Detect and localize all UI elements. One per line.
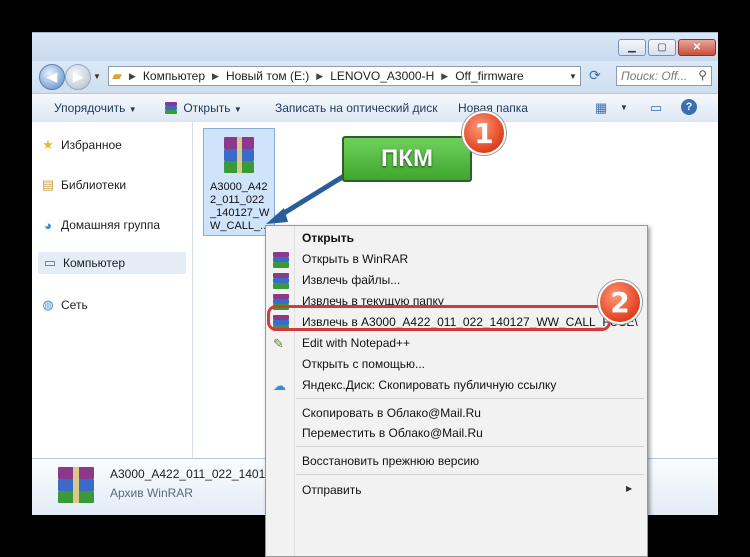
address-bar[interactable]: ▰ ▶ Компьютер ▶ Новый том (E:) ▶ LENOVO_… (108, 66, 581, 86)
chevron-down-icon: ▼ (233, 105, 242, 114)
menu-item-send-to[interactable]: Отправить (302, 483, 362, 497)
search-icon: ⚲ (698, 68, 707, 82)
right-click-label: ПКМ (342, 136, 472, 182)
nav-computer[interactable]: ▭ Компьютер (38, 252, 186, 274)
preview-pane-icon[interactable]: ▭ (650, 100, 662, 116)
computer-icon: ▭ (43, 255, 57, 270)
menu-separator (296, 398, 644, 399)
breadcrumb-separator: ▶ (316, 70, 324, 81)
refresh-icon[interactable]: ⟳ (589, 67, 601, 84)
winrar-archive-icon (224, 137, 254, 173)
help-icon[interactable]: ? (681, 99, 697, 115)
minimize-button[interactable]: ▁ (618, 39, 646, 56)
maximize-button[interactable]: ▢ (648, 39, 676, 56)
open-label: Открыть (183, 101, 231, 115)
winrar-icon (273, 252, 289, 268)
address-dropdown-icon[interactable]: ▼ (569, 72, 577, 81)
winrar-extract-icon (273, 273, 289, 289)
menu-item-open-with[interactable]: Открыть с помощью... (302, 357, 425, 371)
step-2-badge: 2 (598, 280, 642, 324)
context-menu: Открыть Открыть в WinRAR Извлечь файлы..… (265, 225, 648, 557)
winrar-archive-icon (58, 467, 94, 503)
breadcrumb-folder[interactable]: LENOVO_A3000-H (327, 69, 437, 83)
homegroup-icon: ◕ (44, 217, 52, 233)
file-name-label: A3000_A422_011_022_140127_WW_CALL_... (210, 181, 270, 232)
menu-item-move-cloud-mail[interactable]: Переместить в Облако@Mail.Ru (302, 426, 483, 440)
nav-network[interactable]: ◍ Сеть (40, 296, 88, 314)
back-button[interactable]: ◀ (39, 64, 65, 90)
chevron-down-icon: ▼ (128, 105, 137, 114)
menu-item-yandex-disk[interactable]: Яндекс.Диск: Скопировать публичную ссылк… (302, 378, 556, 392)
yandex-disk-icon: ☁ (273, 378, 286, 393)
change-view-icon[interactable]: ▦ (595, 100, 607, 116)
breadcrumb-drive[interactable]: Новый том (E:) (223, 69, 312, 83)
nav-computer-label: Компьютер (63, 256, 126, 270)
pointer-arrow (266, 173, 346, 224)
forward-button[interactable]: ▶ (65, 64, 91, 90)
organize-button[interactable]: Упорядочить ▼ (54, 101, 137, 115)
view-dropdown-icon[interactable]: ▼ (620, 103, 628, 112)
nav-homegroup-label: Домашняя группа (61, 218, 161, 232)
title-bar: ▁ ▢ ✕ (32, 33, 718, 61)
open-button[interactable]: Открыть ▼ (165, 101, 242, 115)
search-placeholder: Поиск: Off... (621, 69, 688, 83)
star-icon: ★ (42, 137, 54, 152)
address-row: ◀ ▶ ▼ ▰ ▶ Компьютер ▶ Новый том (E:) ▶ L… (32, 61, 718, 93)
details-file-name: A3000_A422_011_022_140127 (110, 467, 279, 481)
nav-network-label: Сеть (61, 298, 88, 312)
library-icon: ▤ (41, 177, 55, 192)
menu-gutter (294, 226, 295, 556)
burn-button[interactable]: Записать на оптический диск (275, 101, 438, 115)
breadcrumb-separator: ▶ (129, 70, 136, 81)
highlight-extract-to-folder (267, 305, 611, 331)
menu-separator (296, 474, 644, 475)
nav-libraries[interactable]: ▤ Библиотеки (40, 176, 126, 194)
nav-libraries-label: Библиотеки (61, 178, 127, 192)
notepad-plus-plus-icon: ✎ (273, 336, 284, 351)
submenu-arrow-icon: ▶ (626, 484, 633, 493)
winrar-icon (165, 102, 177, 114)
menu-item-copy-cloud-mail[interactable]: Скопировать в Облако@Mail.Ru (302, 406, 481, 420)
network-icon: ◍ (42, 297, 54, 312)
menu-item-open[interactable]: Открыть (302, 231, 354, 245)
nav-favorites-label: Избранное (61, 138, 122, 152)
menu-item-edit-notepad[interactable]: Edit with Notepad++ (302, 336, 410, 350)
navigation-pane: ★ Избранное ▤ Библиотеки ◕ Домашняя груп… (32, 122, 193, 458)
breadcrumb-separator: ▶ (212, 70, 219, 81)
breadcrumb-separator: ▶ (441, 70, 449, 81)
menu-item-open-winrar[interactable]: Открыть в WinRAR (302, 252, 408, 266)
breadcrumb-current[interactable]: Off_firmware (452, 69, 526, 83)
details-file-type: Архив WinRAR (110, 486, 193, 500)
folder-icon: ▰ (112, 68, 122, 83)
command-bar: Упорядочить ▼ Открыть ▼ Записать на опти… (32, 93, 718, 123)
breadcrumb-computer[interactable]: Компьютер (140, 69, 208, 83)
close-button[interactable]: ✕ (678, 39, 716, 56)
recent-pages-dropdown[interactable]: ▼ (93, 72, 101, 81)
menu-item-restore-version[interactable]: Восстановить прежнюю версию (302, 454, 479, 468)
nav-homegroup[interactable]: ◕ Домашняя группа (40, 216, 160, 234)
menu-item-extract-files[interactable]: Извлечь файлы... (302, 273, 400, 287)
organize-label: Упорядочить (54, 101, 126, 115)
nav-favorites[interactable]: ★ Избранное (40, 136, 122, 154)
menu-separator (296, 446, 644, 447)
step-1-badge: 1 (462, 111, 506, 155)
search-input[interactable]: Поиск: Off... ⚲ (616, 66, 712, 86)
